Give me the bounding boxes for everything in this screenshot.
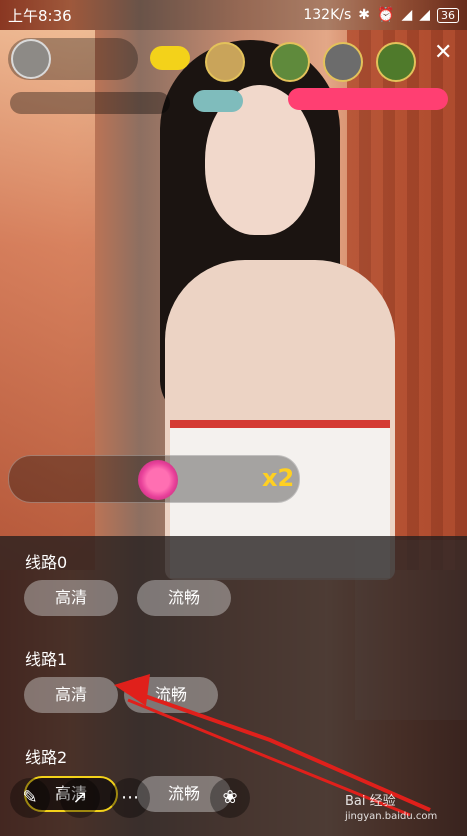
gift-icon[interactable]: ❀: [210, 778, 250, 818]
activity-tag[interactable]: [288, 88, 448, 110]
route-0-hd-button[interactable]: 高清: [24, 580, 118, 616]
chat-icon[interactable]: ✎: [10, 778, 50, 818]
host-avatar[interactable]: [11, 39, 51, 79]
network-speed: 132K/s: [303, 7, 352, 23]
share-icon[interactable]: ↗: [60, 778, 100, 818]
status-time: 上午8:36: [8, 6, 72, 25]
route-0-title: 线路0: [25, 553, 68, 572]
status-right: 132K/s ✱ ⏰ ◢ ◢ 36: [303, 7, 459, 23]
more-icon[interactable]: ⋯: [110, 778, 150, 818]
viewer-avatar[interactable]: [270, 42, 310, 82]
route-1-hd-button[interactable]: 高清: [24, 677, 118, 713]
close-icon[interactable]: ✕: [434, 40, 452, 65]
bluetooth-icon: ✱: [358, 7, 370, 23]
gift-flower-icon: [138, 460, 178, 500]
watermark-url: jingyan.baidu.com: [345, 811, 438, 822]
level-tag[interactable]: [193, 90, 243, 112]
host-info[interactable]: [8, 38, 138, 80]
battery-indicator: 36: [437, 7, 459, 23]
route-0-smooth-button[interactable]: 流畅: [137, 580, 231, 616]
follow-button[interactable]: [150, 46, 190, 70]
signal-icon: ◢: [401, 7, 413, 23]
viewer-avatar[interactable]: [323, 42, 363, 82]
status-bar: 上午8:36 132K/s ✱ ⏰ ◢ ◢ 36: [0, 0, 467, 30]
route-1-title: 线路1: [25, 650, 68, 669]
viewer-avatar[interactable]: [376, 42, 416, 82]
route-1-smooth-button[interactable]: 流畅: [124, 677, 218, 713]
watermark-brand: Bai 经验: [345, 794, 396, 809]
signal-icon-2: ◢: [419, 7, 430, 23]
watermark: Bai 经验 jingyan.baidu.com: [345, 790, 437, 822]
route-2-title: 线路2: [25, 748, 68, 767]
contribution-tag[interactable]: [10, 92, 170, 114]
alarm-icon: ⏰: [377, 7, 395, 23]
gift-count: x2: [262, 464, 295, 492]
viewer-avatar[interactable]: [205, 42, 245, 82]
